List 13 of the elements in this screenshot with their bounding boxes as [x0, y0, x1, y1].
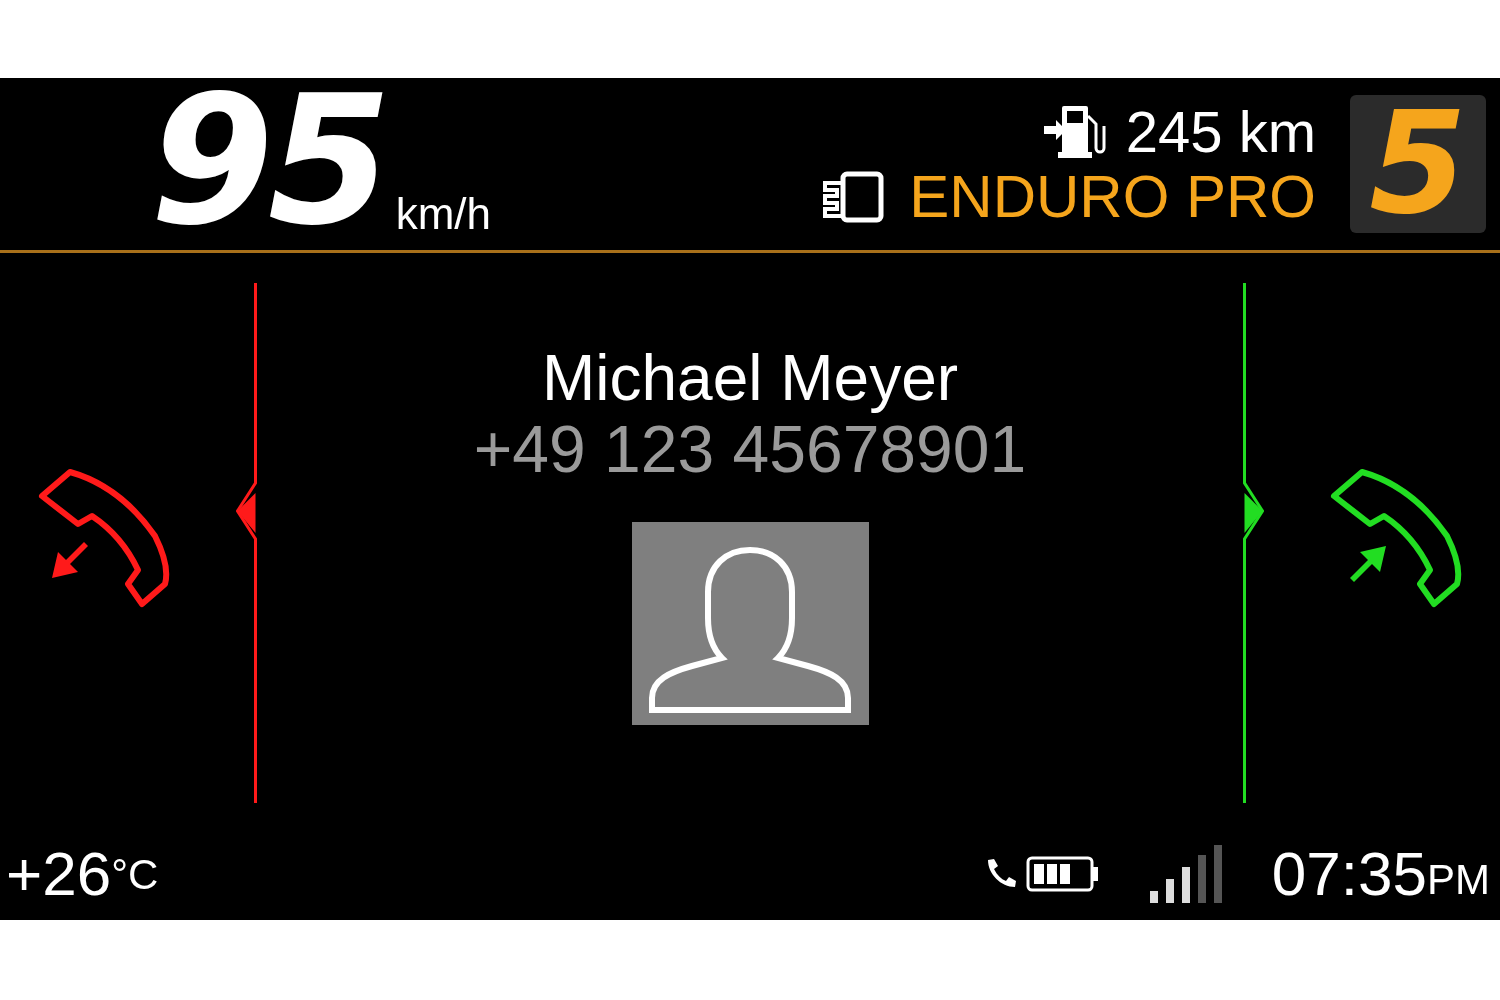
temperature-unit: °C: [111, 854, 159, 896]
caller-number: +49 123 45678901: [473, 413, 1027, 486]
riding-mode-label: ENDURO PRO: [909, 163, 1316, 230]
riding-mode-icon: [821, 170, 886, 223]
clock-time: 07:35: [1271, 843, 1427, 905]
speed-unit: km/h: [395, 188, 492, 240]
temperature-reading: +26: [6, 843, 112, 905]
caller-name: Michael Meyer: [541, 343, 959, 414]
signal-icon: [1149, 845, 1224, 903]
speed-value: 95: [150, 72, 386, 250]
time-period: PM: [1427, 859, 1490, 901]
gear-indicator: 5: [1350, 95, 1486, 233]
range-reading: 245 km: [1125, 100, 1316, 164]
